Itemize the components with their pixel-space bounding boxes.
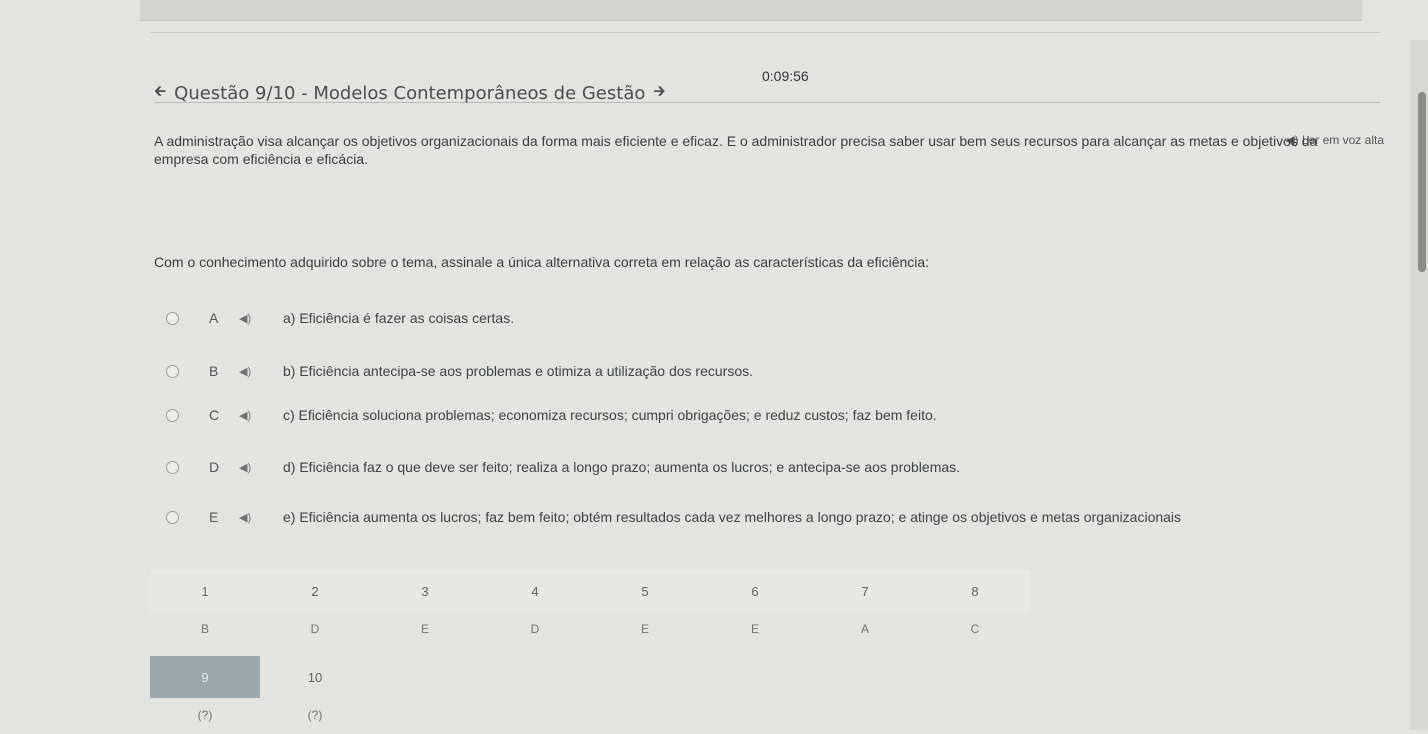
radio-button[interactable] (166, 408, 179, 422)
option-b[interactable]: B ◀) b) Eficiência antecipa-se aos probl… (160, 355, 1380, 387)
top-divider (150, 32, 1380, 33)
radio-button[interactable] (166, 510, 179, 524)
option-a[interactable]: A ◀) a) Eficiência é fazer as coisas cer… (160, 302, 1380, 334)
speaker-icon[interactable]: ◀) (239, 312, 259, 325)
option-letter: C (209, 407, 220, 423)
question-number-5[interactable]: 5 (590, 570, 700, 612)
answer-5: E (640, 622, 649, 636)
arrow-left-icon[interactable]: 🡰 (154, 81, 166, 106)
answer-6: E (750, 622, 759, 636)
browser-top-bar (140, 0, 1362, 21)
question-statement: A administração visa alcançar os objetiv… (154, 133, 1318, 167)
answer-10: (?) (307, 708, 323, 722)
timer: 0:09:56 (762, 68, 809, 84)
option-e[interactable]: E ◀) e) Eficiência aumenta os lucros; fa… (160, 501, 1380, 533)
answer-9: (?) (197, 708, 213, 722)
question-number-4[interactable]: 4 (480, 570, 590, 612)
question-number-1[interactable]: 1 (150, 570, 260, 612)
radio-button[interactable] (166, 311, 179, 325)
arrow-right-icon[interactable]: 🡲 (653, 81, 665, 106)
speaker-icon[interactable]: ◀) (239, 511, 259, 524)
question-navigator: 1 2 3 4 5 6 7 8 B D E D E E A C (150, 570, 1030, 646)
question-navigator-row-2: 9 10 (?) (?) (150, 656, 370, 732)
answer-2: D (310, 622, 320, 636)
question-number-9[interactable]: 9 (150, 656, 260, 698)
answer-3: E (420, 622, 429, 636)
option-letter: A (209, 310, 219, 326)
question-header: 🡰 Questão 9/10 - Modelos Contemporâneos … (154, 81, 1380, 106)
speaker-icon[interactable]: ◀) (239, 461, 259, 474)
option-letter: B (209, 363, 219, 379)
option-letter: E (209, 509, 219, 525)
question-number-7[interactable]: 7 (810, 570, 920, 612)
answer-8: C (970, 622, 980, 636)
answer-4: D (530, 622, 540, 636)
option-text[interactable]: d) Eficiência faz o que deve ser feito; … (283, 459, 960, 475)
question-number-10[interactable]: 10 (260, 656, 370, 698)
scrollbar[interactable] (1410, 40, 1428, 730)
page-title: Questão 9/10 - Modelos Contemporâneos de… (174, 82, 646, 104)
option-text[interactable]: b) Eficiência antecipa-se aos problemas … (283, 363, 753, 379)
scrollbar-thumb[interactable] (1418, 92, 1426, 272)
question-number-6[interactable]: 6 (700, 570, 810, 612)
question-number-3[interactable]: 3 (370, 570, 480, 612)
radio-button[interactable] (166, 460, 179, 474)
answer-7: A (860, 622, 869, 636)
option-c[interactable]: C ◀) c) Eficiência soluciona problemas; … (160, 399, 1380, 431)
option-letter: D (209, 459, 220, 475)
speaker-icon[interactable]: ◀) (239, 365, 259, 378)
question-number-2[interactable]: 2 (260, 570, 370, 612)
radio-button[interactable] (166, 364, 179, 378)
option-text[interactable]: a) Eficiência é fazer as coisas certas. (283, 310, 514, 326)
answer-1: B (200, 622, 209, 636)
speaker-icon[interactable]: ◀) (239, 409, 259, 422)
option-text[interactable]: e) Eficiência aumenta os lucros; faz bem… (283, 509, 1181, 525)
question-prompt: Com o conhecimento adquirido sobre o tem… (154, 254, 930, 270)
question-number-8[interactable]: 8 (920, 570, 1030, 612)
option-d[interactable]: D ◀) d) Eficiência faz o que deve ser fe… (160, 451, 1380, 483)
option-text[interactable]: c) Eficiência soluciona problemas; econo… (283, 407, 937, 423)
